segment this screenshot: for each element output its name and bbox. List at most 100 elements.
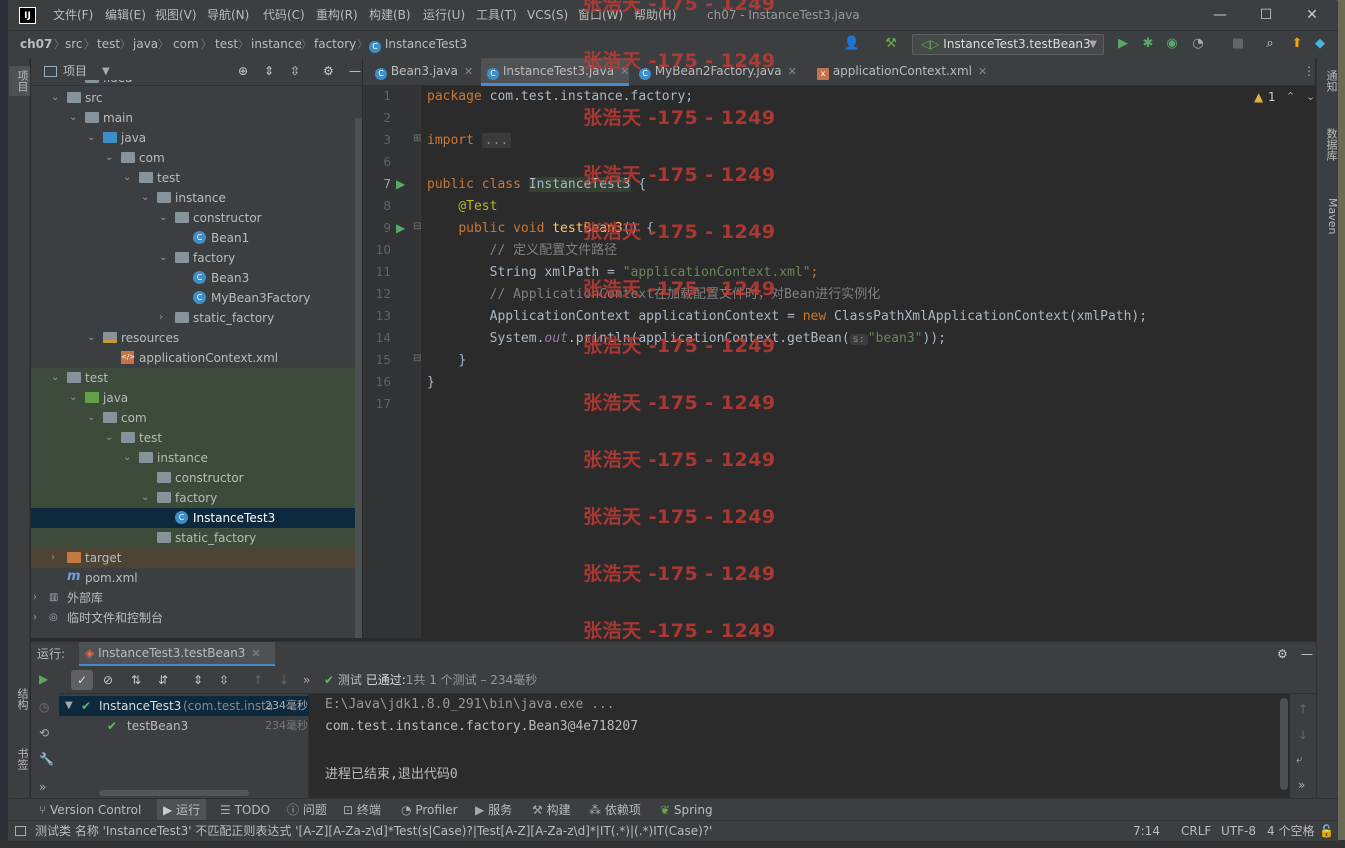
folded-imports[interactable]: ... bbox=[481, 133, 512, 148]
file-encoding[interactable]: UTF-8 bbox=[1221, 821, 1256, 841]
chevron-down-icon[interactable]: ⌄ bbox=[87, 128, 97, 148]
code-editor[interactable]: package com.test.instance.factory; impor… bbox=[422, 86, 1315, 638]
tab-services[interactable]: ▶ 服务 bbox=[475, 799, 512, 821]
chevron-down-icon[interactable]: ⌄ bbox=[1306, 90, 1315, 103]
soft-wrap-icon[interactable]: ⤶ bbox=[1296, 752, 1303, 767]
menu-file[interactable]: 文件(F) bbox=[53, 1, 93, 30]
chevron-right-icon[interactable]: › bbox=[51, 548, 61, 568]
show-passed-icon[interactable]: ✓ bbox=[71, 670, 93, 690]
tree-item[interactable]: ⌄ java bbox=[31, 388, 362, 408]
tree-item[interactable]: › ▥ 外部库 bbox=[31, 588, 362, 608]
tab-build[interactable]: ⚒ 构建 bbox=[532, 799, 571, 821]
warning-icon[interactable]: ▲ bbox=[1254, 90, 1263, 104]
tree-item[interactable]: ⌄ test bbox=[31, 368, 362, 388]
chevron-down-icon[interactable]: ⌄ bbox=[51, 88, 61, 108]
tree-item[interactable]: ⌄ java bbox=[31, 128, 362, 148]
tab-spring[interactable]: ❦ Spring bbox=[660, 799, 713, 821]
hide-panel-icon[interactable]: — bbox=[1301, 642, 1313, 666]
run-configuration-select[interactable]: ◁▷ InstanceTest3.testBean3 ▼ bbox=[912, 34, 1104, 55]
tree-item[interactable]: ⌄ com bbox=[31, 148, 362, 168]
tree-item[interactable]: ⌄ instance bbox=[31, 188, 362, 208]
update-icon[interactable]: ⬆ bbox=[1288, 35, 1306, 53]
collapse-all-icon[interactable]: ⇳ bbox=[219, 670, 229, 690]
chevron-right-icon[interactable]: › bbox=[159, 308, 169, 328]
console-scrollbar[interactable] bbox=[1280, 698, 1288, 790]
tab-version-control[interactable]: ⑂ Version Control bbox=[39, 799, 141, 821]
intellij-logo-icon[interactable]: IJ bbox=[19, 7, 36, 24]
tree-item[interactable]: ⌄ factory bbox=[31, 488, 362, 508]
tab-todo[interactable]: ☰ TODO bbox=[220, 799, 270, 821]
run-tab[interactable]: ◈ InstanceTest3.testBean3 ✕ bbox=[79, 642, 275, 666]
chevron-down-icon[interactable]: ⌄ bbox=[141, 188, 151, 208]
tab-database-vertical[interactable]: 数据库 bbox=[1318, 128, 1339, 161]
chevron-right-icon[interactable]: › bbox=[69, 80, 79, 88]
settings-gear-icon[interactable]: ⚙ bbox=[1277, 642, 1288, 666]
tab-problems[interactable]: ⓘ 问题 bbox=[287, 799, 327, 821]
tab-bean3[interactable]: C Bean3.java ✕ bbox=[369, 58, 479, 86]
menu-build[interactable]: 构建(B) bbox=[369, 1, 411, 30]
tree-item[interactable]: ⌄ src bbox=[31, 88, 362, 108]
tree-item[interactable]: › .idea bbox=[31, 80, 362, 88]
tab-maven-vertical[interactable]: Maven bbox=[1318, 198, 1339, 234]
close-icon[interactable]: ✕ bbox=[788, 65, 797, 78]
tree-item[interactable]: ⌄ test bbox=[31, 428, 362, 448]
tree-item[interactable]: static_factory bbox=[31, 528, 362, 548]
show-ignored-icon[interactable]: ⊘ bbox=[97, 670, 119, 690]
panel-toggle-icon[interactable] bbox=[15, 826, 26, 836]
close-icon[interactable]: ✕ bbox=[464, 65, 473, 78]
tab-structure-vertical[interactable]: 结构 bbox=[9, 688, 30, 710]
tree-item[interactable]: › ◎ 临时文件和控制台 bbox=[31, 608, 362, 628]
tree-item[interactable]: C MyBean3Factory bbox=[31, 288, 362, 308]
menu-code[interactable]: 代码(C) bbox=[263, 1, 305, 30]
run-gutter-icon[interactable]: ▶ bbox=[396, 177, 405, 191]
run-icon[interactable]: ▶ bbox=[1114, 35, 1132, 53]
tree-item[interactable]: </> applicationContext.xml bbox=[31, 348, 362, 368]
chevron-right-icon[interactable]: › bbox=[33, 608, 43, 628]
breadcrumb-class[interactable]: C InstanceTest3 bbox=[369, 31, 467, 58]
close-window-icon[interactable]: ✕ bbox=[1289, 1, 1335, 30]
user-icon[interactable]: 👤 bbox=[843, 35, 861, 53]
menu-vcs[interactable]: VCS(S) bbox=[527, 1, 568, 30]
chevron-down-icon[interactable]: ⌄ bbox=[159, 208, 169, 228]
fold-icon[interactable]: ⊞ bbox=[413, 133, 421, 144]
chevron-down-icon[interactable]: ⌄ bbox=[159, 248, 169, 268]
tree-item[interactable]: ⌄ factory bbox=[31, 248, 362, 268]
tab-project-vertical[interactable]: 项目 bbox=[9, 66, 30, 96]
chevron-right-icon[interactable]: › bbox=[33, 588, 43, 608]
toggle-auto-test-icon[interactable]: ⟲ bbox=[39, 726, 49, 740]
tree-item[interactable]: › target bbox=[31, 548, 362, 568]
tree-item[interactable]: C InstanceTest3 bbox=[31, 508, 362, 528]
fold-icon[interactable]: ⊟ bbox=[413, 221, 421, 232]
chevron-down-icon[interactable]: ⌄ bbox=[123, 168, 133, 188]
menu-tools[interactable]: 工具(T) bbox=[476, 1, 517, 30]
breadcrumb-project[interactable]: ch07 bbox=[20, 31, 52, 58]
more-icon[interactable]: » bbox=[39, 780, 46, 794]
chevron-down-icon[interactable]: ⌄ bbox=[87, 328, 97, 348]
chevron-down-icon[interactable]: ⌄ bbox=[51, 368, 61, 388]
menu-run[interactable]: 运行(U) bbox=[423, 1, 465, 30]
tab-notifications-vertical[interactable]: 通知 bbox=[1318, 70, 1339, 92]
breadcrumb-test2[interactable]: test bbox=[215, 31, 238, 58]
tab-run[interactable]: ▶ 运行 bbox=[157, 799, 207, 821]
chevron-down-icon[interactable]: ⌄ bbox=[87, 408, 97, 428]
expand-all-icon[interactable]: ⇕ bbox=[193, 670, 203, 690]
tab-profiler[interactable]: ◔ Profiler bbox=[401, 799, 458, 821]
tree-item[interactable]: C Bean3 bbox=[31, 268, 362, 288]
search-icon[interactable]: ⌕ bbox=[1261, 35, 1279, 53]
scroll-up-icon[interactable]: ↑ bbox=[1298, 702, 1308, 716]
run-gutter-icon[interactable]: ▶ bbox=[396, 221, 405, 235]
tree-item[interactable]: ⌄ resources bbox=[31, 328, 362, 348]
tab-bookmarks-vertical[interactable]: 书签 bbox=[9, 748, 30, 770]
breadcrumb-factory[interactable]: factory bbox=[314, 31, 356, 58]
next-test-icon[interactable]: ↓ bbox=[279, 670, 289, 690]
tab-dependencies[interactable]: ⁂ 依赖项 bbox=[589, 799, 641, 821]
profile-icon[interactable]: ◔ bbox=[1189, 35, 1207, 53]
fold-icon[interactable]: ⊟ bbox=[413, 353, 421, 364]
sort-alpha-icon[interactable]: ⇅ bbox=[131, 670, 141, 690]
tree-item[interactable]: ⌄ instance bbox=[31, 448, 362, 468]
chevron-down-icon[interactable]: ⌄ bbox=[123, 448, 133, 468]
chevron-up-icon[interactable]: ⌃ bbox=[1286, 90, 1295, 103]
chevron-down-icon[interactable]: ⌄ bbox=[141, 488, 151, 508]
test-row-class[interactable]: ▼ ✔ InstanceTest3 (com.test.insta 234毫秒 bbox=[59, 696, 309, 716]
run-console[interactable]: E:\Java\jdk1.8.0_291\bin\java.exe ... co… bbox=[310, 694, 1290, 798]
